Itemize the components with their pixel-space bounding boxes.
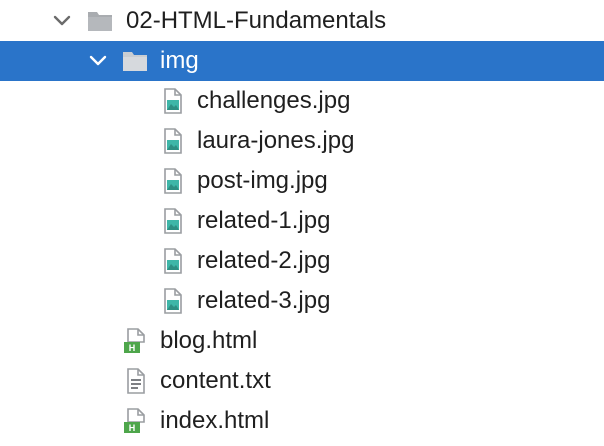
folder-icon [88, 12, 112, 31]
img-folder-label: img [160, 47, 199, 74]
folder-icon [123, 52, 147, 71]
tree-row-text-file[interactable]: content.txt [0, 361, 604, 401]
tree-row-image-file[interactable]: related-2.jpg [0, 241, 604, 281]
file-label: content.txt [160, 367, 271, 394]
image-file-icon [164, 248, 182, 274]
file-label: post-img.jpg [197, 167, 328, 194]
file-label: index.html [160, 407, 270, 434]
image-file-icon [164, 128, 182, 154]
html-badge: H [129, 343, 136, 353]
tree-row-html-file[interactable]: H index.html [0, 401, 604, 441]
file-label: related-3.jpg [197, 287, 331, 314]
image-file-icon [164, 168, 182, 194]
file-label: blog.html [160, 327, 258, 354]
tree-row-image-file[interactable]: laura-jones.jpg [0, 121, 604, 161]
file-label: related-1.jpg [197, 207, 331, 234]
file-label: related-2.jpg [197, 247, 331, 274]
chevron-down-icon[interactable] [86, 49, 110, 73]
tree-row-image-file[interactable]: related-1.jpg [0, 201, 604, 241]
tree-row-root-folder[interactable]: 02-HTML-Fundamentals [0, 1, 604, 41]
tree-row-image-file[interactable]: challenges.jpg [0, 81, 604, 121]
file-label: laura-jones.jpg [197, 127, 355, 154]
file-label: challenges.jpg [197, 87, 351, 114]
html-badge: H [129, 423, 136, 433]
text-file-icon [127, 368, 145, 394]
tree-row-image-file[interactable]: related-3.jpg [0, 281, 604, 321]
html-file-icon: H [124, 328, 145, 353]
image-file-icon [164, 208, 182, 234]
chevron-down-icon[interactable] [50, 9, 74, 33]
image-file-icon [164, 288, 182, 314]
project-file-tree: 02-HTML-Fundamentals img challenges.jpg … [0, 0, 604, 446]
tree-row-image-file[interactable]: post-img.jpg [0, 161, 604, 201]
tree-row-html-file[interactable]: H blog.html [0, 321, 604, 361]
root-folder-label: 02-HTML-Fundamentals [126, 7, 387, 34]
image-file-icon [164, 88, 182, 114]
tree-row-img-folder[interactable]: img [0, 41, 604, 81]
html-file-icon: H [124, 408, 145, 433]
